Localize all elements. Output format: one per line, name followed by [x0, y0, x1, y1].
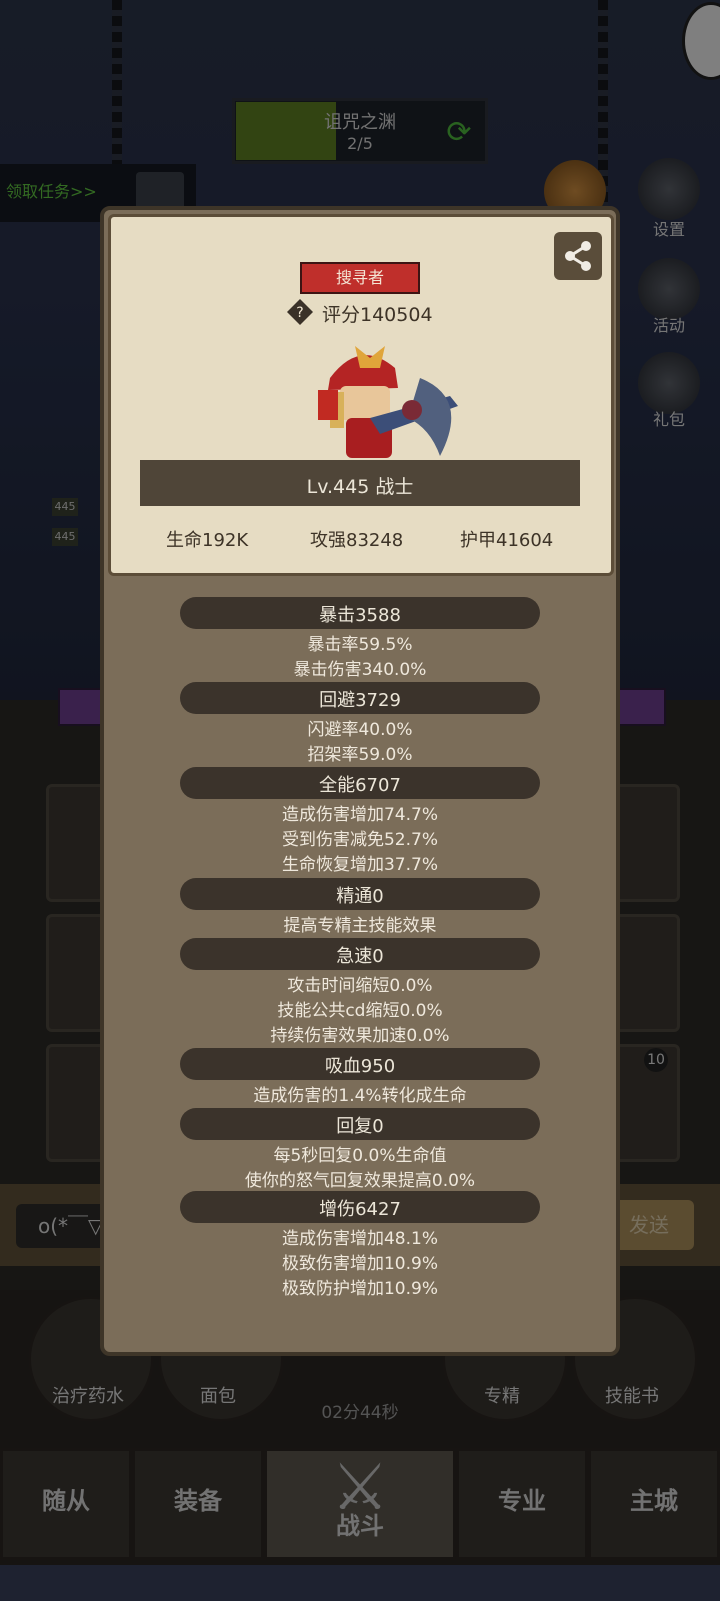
section-line: 生命恢复增加37.7%: [281, 855, 438, 875]
section-line: 使你的怒气回复效果提高0.0%: [244, 1171, 476, 1191]
stat-armor: 护甲41604: [460, 530, 554, 551]
svg-text:?: ?: [296, 305, 303, 321]
section-mastery-header: 精通0: [336, 886, 384, 907]
section-line: 暴击伤害340.0%: [293, 660, 427, 680]
section-line: 招架率59.0%: [307, 745, 413, 765]
section-line: 受到伤害减免52.7%: [281, 830, 438, 850]
section-regen-header: 回复0: [336, 1116, 384, 1137]
section-line: 技能公共cd缩短0.0%: [277, 1001, 443, 1021]
hero-level: Lv.445 战士: [306, 476, 414, 498]
section-damage-bonus-header: 增伤6427: [319, 1199, 401, 1220]
section-avoidance-header: 回避3729: [319, 690, 401, 711]
section-line: 攻击时间缩短0.0%: [287, 976, 433, 996]
section-crit-header: 暴击3588: [319, 605, 401, 626]
hero-portrait: [318, 346, 458, 458]
hero-title-badge: 搜寻者: [300, 262, 420, 294]
stat-attack: 攻强83248: [310, 530, 404, 551]
section-line: 暴击率59.5%: [307, 635, 413, 655]
stat-hp: 生命192K: [166, 530, 249, 551]
section-line: 持续伤害效果加速0.0%: [270, 1026, 450, 1046]
section-haste-header: 急速0: [336, 946, 384, 967]
share-icon: [565, 241, 591, 271]
section-line: 提高专精主技能效果: [283, 916, 437, 936]
hero-score: 评分140504: [322, 304, 433, 326]
section-versatility-header: 全能6707: [319, 775, 401, 796]
help-icon[interactable]: ?: [286, 298, 314, 326]
section-line: 极致伤害增加10.9%: [281, 1254, 438, 1274]
share-button[interactable]: [554, 232, 602, 280]
section-lifesteal-header: 吸血950: [324, 1056, 396, 1077]
section-line: 造成伤害增加74.7%: [281, 805, 438, 825]
section-line: 极致防护增加10.9%: [281, 1279, 438, 1299]
section-line: 闪避率40.0%: [307, 720, 413, 740]
section-line: 造成伤害增加48.1%: [281, 1229, 438, 1249]
section-line: 造成伤害的1.4%转化成生命: [253, 1086, 467, 1106]
section-line: 每5秒回复0.0%生命值: [273, 1146, 447, 1166]
